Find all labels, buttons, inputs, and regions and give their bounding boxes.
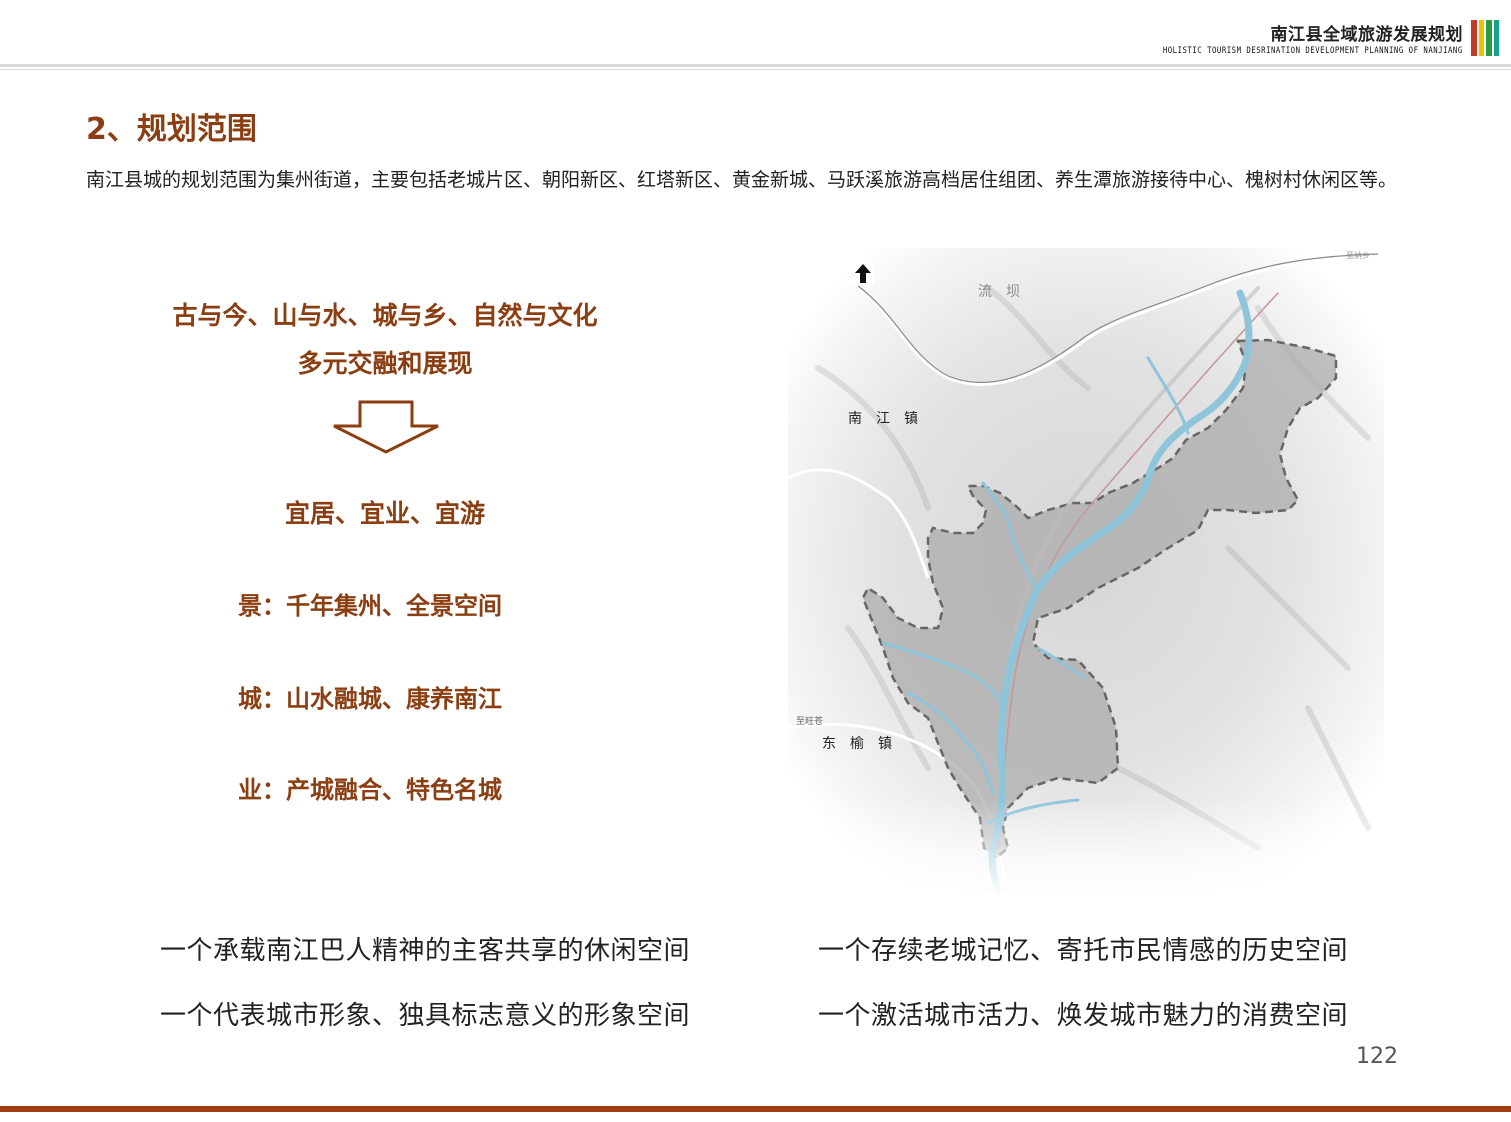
header-divider xyxy=(0,64,1511,67)
header-divider-thin xyxy=(0,69,1511,70)
header-subtitle: HOLISTIC TOURISM DESRINATION DEVELOPMENT… xyxy=(1163,46,1463,56)
header-title: 南江县全域旅游发展规划 xyxy=(1270,25,1463,45)
logo-icon xyxy=(1471,20,1499,56)
north-arrow-icon xyxy=(852,262,874,284)
slogan-line-2: 多元交融和展现 xyxy=(297,349,473,378)
intro-paragraph: 南江县城的规划范围为集州街道，主要包括老城片区、朝阳新区、红塔新区、黄金新城、马… xyxy=(86,169,1398,191)
goal-text: 宜居、宜业、宜游 xyxy=(284,499,485,528)
down-arrow-icon xyxy=(333,400,439,454)
page-number: 122 xyxy=(1356,1044,1398,1069)
label-to-naxiang: 至纳乡 xyxy=(1346,250,1370,260)
statement-image-space: 一个代表城市形象、独具标志意义的形象空间 xyxy=(160,1001,691,1031)
pillar-landscape: 景：千年集州、全景空间 xyxy=(238,592,502,620)
slogan-line-1: 古与今、山与水、城与乡、自然与文化 xyxy=(172,301,598,330)
label-to-wangcang: 至旺苍 xyxy=(796,715,823,727)
statement-consumption-space: 一个激活城市活力、焕发城市魅力的消费空间 xyxy=(818,1001,1349,1031)
label-liuba: 流 坝 xyxy=(978,284,1020,300)
label-dongyu-town: 东 榆 镇 xyxy=(822,736,892,752)
label-to-bazhong: 至巴中 xyxy=(986,884,1010,894)
label-nanjiang-town: 南 江 镇 xyxy=(848,411,918,427)
footer-divider xyxy=(0,1106,1511,1112)
statement-leisure-space: 一个承载南江巴人精神的主客共享的休闲空间 xyxy=(160,936,691,966)
statement-history-space: 一个存续老城记忆、寄托市民情感的历史空间 xyxy=(818,936,1349,966)
map-svg: 流 坝 南 江 镇 东 榆 镇 至旺苍 至纳乡 至巴中 xyxy=(788,248,1384,896)
section-title: 2、规划范围 xyxy=(86,112,257,147)
pillar-city: 城：山水融城、康养南江 xyxy=(238,685,502,713)
pillar-industry: 业：产城融合、特色名城 xyxy=(238,776,502,804)
planning-area-map: 流 坝 南 江 镇 东 榆 镇 至旺苍 至纳乡 至巴中 xyxy=(788,248,1384,896)
